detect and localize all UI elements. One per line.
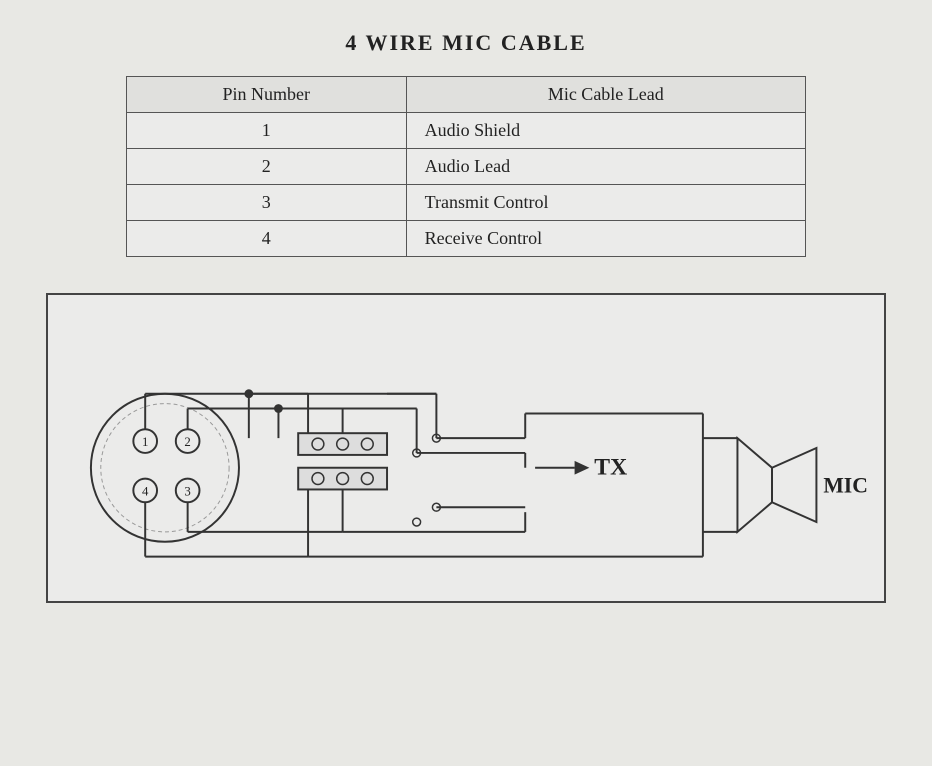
col-header-pin: Pin Number <box>127 77 407 113</box>
page-title: 4 WIRE MIC CABLE <box>345 30 586 56</box>
svg-text:MIC: MIC <box>823 473 868 497</box>
table-row: 2Audio Lead <box>127 149 806 185</box>
pin-number-cell: 3 <box>127 185 407 221</box>
lead-name-cell: Audio Lead <box>406 149 805 185</box>
svg-text:3: 3 <box>184 484 190 498</box>
col-header-lead: Mic Cable Lead <box>406 77 805 113</box>
lead-name-cell: Receive Control <box>406 221 805 257</box>
svg-text:1: 1 <box>142 435 148 449</box>
cable-table: Pin Number Mic Cable Lead 1Audio Shield2… <box>126 76 806 257</box>
pin-number-cell: 4 <box>127 221 407 257</box>
table-row: 1Audio Shield <box>127 113 806 149</box>
svg-text:TX: TX <box>594 455 627 481</box>
lead-name-cell: Audio Shield <box>406 113 805 149</box>
svg-text:4: 4 <box>142 484 149 498</box>
table-row: 4Receive Control <box>127 221 806 257</box>
svg-text:2: 2 <box>184 435 190 449</box>
wiring-diagram: 1 2 3 4 <box>46 293 886 603</box>
pin-number-cell: 1 <box>127 113 407 149</box>
table-row: 3Transmit Control <box>127 185 806 221</box>
pin-number-cell: 2 <box>127 149 407 185</box>
lead-name-cell: Transmit Control <box>406 185 805 221</box>
